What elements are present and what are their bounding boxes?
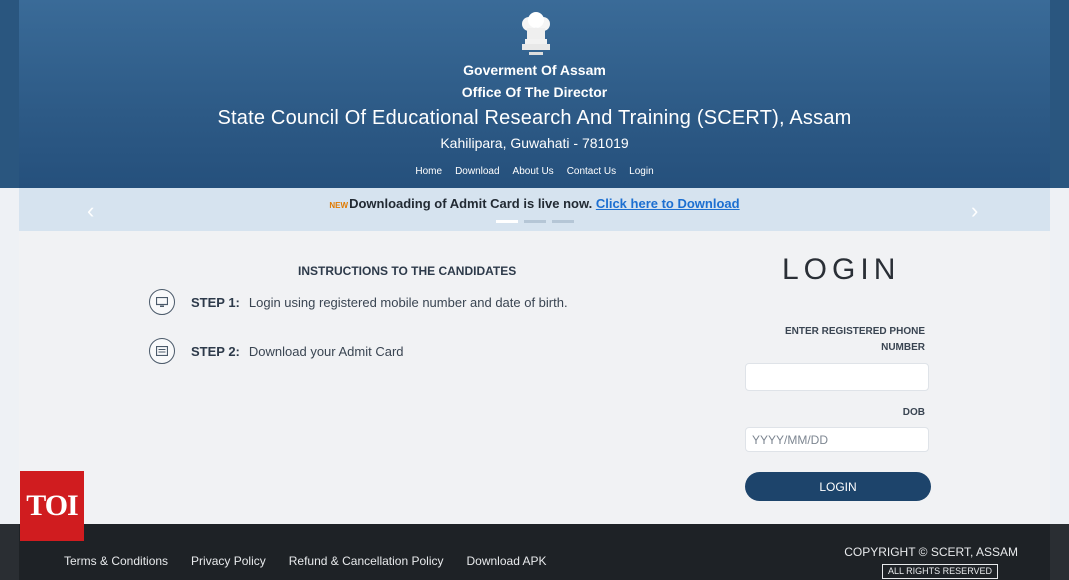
document-icon xyxy=(149,338,175,364)
main-content: INSTRUCTIONS TO THE CANDIDATES STEP 1: L… xyxy=(19,231,1050,524)
carousel-indicator-2[interactable] xyxy=(524,220,546,223)
instruction-step-2: STEP 2: Download your Admit Card xyxy=(149,338,404,364)
phone-label-line1: ENTER REGISTERED PHONE xyxy=(784,326,925,337)
dob-label: DOB xyxy=(902,407,925,418)
copyright-text: COPYRIGHT © SCERT, ASSAM xyxy=(844,545,1018,559)
carousel-indicator-1[interactable] xyxy=(496,220,518,223)
nav-download[interactable]: Download xyxy=(455,166,499,177)
footer-links: Terms & Conditions Privacy Policy Refund… xyxy=(64,554,547,568)
office-line: Office Of The Director xyxy=(461,84,608,100)
state-emblem-icon xyxy=(522,12,550,55)
footer-side-right xyxy=(1050,524,1069,580)
main-nav: Home Download About Us Contact Us Login xyxy=(0,166,1069,177)
nav-home[interactable]: Home xyxy=(415,166,442,177)
page: Goverment Of Assam Office Of The Directo… xyxy=(0,0,1069,580)
dob-input[interactable] xyxy=(745,427,929,452)
instruction-step-1: STEP 1: Login using registered mobile nu… xyxy=(149,289,568,315)
announcement-carousel: ‹ NEWDownloading of Admit Card is live n… xyxy=(19,188,1050,231)
nav-login[interactable]: Login xyxy=(629,166,653,177)
new-badge: NEW xyxy=(329,201,349,210)
footer-link-download-apk[interactable]: Download APK xyxy=(467,554,547,568)
carousel-indicators xyxy=(496,220,574,223)
site-footer: Terms & Conditions Privacy Policy Refund… xyxy=(0,524,1069,580)
announcement-text: NEWDownloading of Admit Card is live now… xyxy=(19,196,1050,211)
step-2-label: STEP 2: xyxy=(191,343,240,359)
step-2-text: Download your Admit Card xyxy=(248,343,404,359)
login-button[interactable]: LOGIN xyxy=(745,472,931,501)
site-title: State Council Of Educational Research An… xyxy=(217,107,852,129)
footer-link-privacy[interactable]: Privacy Policy xyxy=(191,554,266,568)
nav-contact-us[interactable]: Contact Us xyxy=(567,166,616,177)
nav-about-us[interactable]: About Us xyxy=(513,166,554,177)
carousel-indicator-3[interactable] xyxy=(552,220,574,223)
footer-link-terms[interactable]: Terms & Conditions xyxy=(64,554,168,568)
announcement-message: Downloading of Admit Card is live now. xyxy=(349,196,596,211)
phone-label: ENTER REGISTERED PHONE NUMBER xyxy=(785,324,925,356)
phone-label-line2: NUMBER xyxy=(881,342,925,353)
step-1-text: Login using registered mobile number and… xyxy=(248,294,568,310)
carousel-next-arrow-icon[interactable]: › xyxy=(971,198,978,224)
phone-number-input[interactable] xyxy=(745,363,929,391)
toi-logo: TOI xyxy=(20,471,84,541)
site-address: Kahilipara, Guwahati - 781019 xyxy=(440,135,629,151)
government-line: Goverment Of Assam xyxy=(463,62,606,78)
footer-side-left xyxy=(0,524,19,580)
footer-link-refund[interactable]: Refund & Cancellation Policy xyxy=(289,554,444,568)
monitor-icon xyxy=(149,289,175,315)
login-title: LOGIN xyxy=(782,253,901,286)
instructions-title: INSTRUCTIONS TO THE CANDIDATES xyxy=(298,264,517,278)
rights-badge: ALL RIGHTS RESERVED xyxy=(882,564,999,579)
site-header: Goverment Of Assam Office Of The Directo… xyxy=(0,0,1069,188)
download-admit-card-link[interactable]: Click here to Download xyxy=(596,196,740,211)
step-1-label: STEP 1: xyxy=(191,294,240,310)
